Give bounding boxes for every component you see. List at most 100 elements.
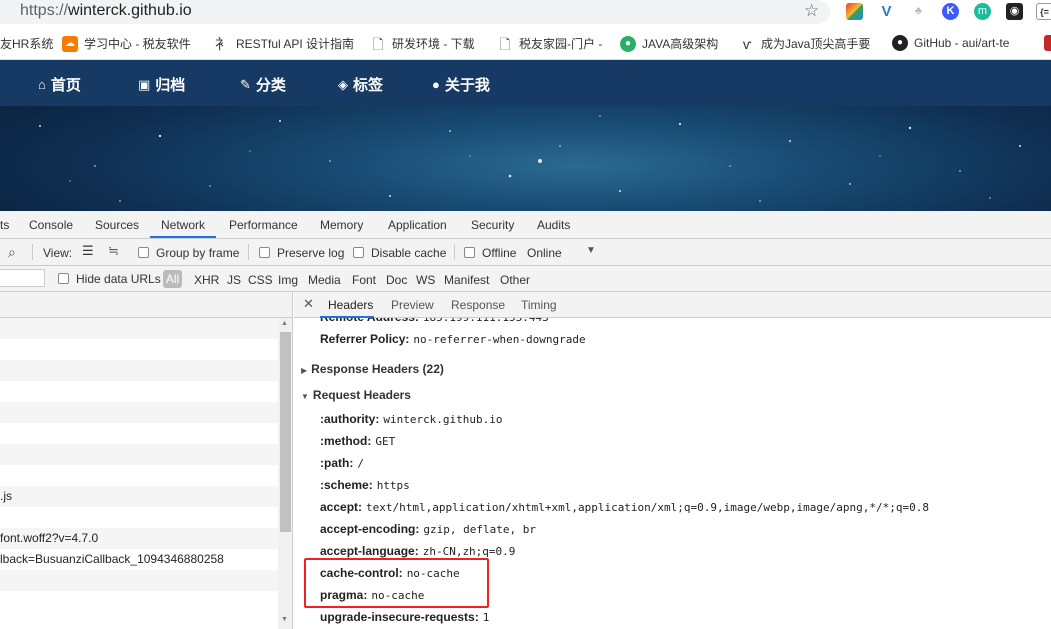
table-row[interactable] [0,570,278,591]
table-row[interactable] [0,360,278,381]
table-row[interactable]: .js [0,486,278,507]
close-icon[interactable]: ✕ [303,296,314,312]
bookmark-dev-env[interactable]: 🗋 研发环境 - 下载 [370,35,475,52]
filter-other[interactable]: Other [500,273,530,287]
filter-input[interactable] [0,269,45,287]
bookmark-home-portal[interactable]: 🗋 税友家园-门户 - [497,35,602,52]
nav-about[interactable]: ● 关于我 [432,74,490,95]
waterfall-icon[interactable]: ≒ [108,243,119,259]
table-row[interactable] [0,444,278,465]
chevron-down-icon[interactable]: ▼ [586,245,596,256]
header-row: :method: GET [320,434,395,448]
tab-elements[interactable]: ts [0,218,9,232]
nav-category[interactable]: ✎ 分类 [240,74,286,95]
url-field[interactable]: https://winterck.github.io [0,0,830,24]
request-list-scrollbar[interactable]: ▲ ▼ [278,318,292,629]
offline-label: Offline [482,246,517,260]
filter-xhr[interactable]: XHR [194,273,219,287]
filter-manifest[interactable]: Manifest [444,273,489,287]
table-row[interactable] [0,465,278,486]
header-row: :authority: winterck.github.io [320,412,503,426]
vue-ext-icon[interactable]: V [878,3,895,20]
hide-data-urls-label: Hide data URLs [76,272,161,286]
tab-sources[interactable]: Sources [95,218,139,232]
filter-css[interactable]: CSS [248,273,273,287]
json-ext-icon[interactable]: {= [1036,3,1051,20]
bookmark-github[interactable]: ● GitHub - aui/art-te [892,35,1009,51]
filter-img[interactable]: Img [278,273,298,287]
throttle-select[interactable]: Online [527,246,562,260]
header-value: winterck.github.io [383,413,503,426]
wechat-icon: ● [620,35,636,52]
bookmark-hr[interactable]: 友HR系统 [0,35,53,52]
preserve-log-checkbox[interactable] [259,247,270,258]
group-by-frame-checkbox[interactable] [138,247,149,258]
filter-all-button[interactable]: All [163,270,182,288]
offline-checkbox[interactable] [464,247,475,258]
large-rows-icon[interactable]: ☰ [82,243,94,259]
tab-security[interactable]: Security [471,218,514,232]
scrollbar-thumb[interactable] [280,332,291,532]
search-icon[interactable]: ⌕ [8,244,16,261]
tab-preview[interactable]: Preview [391,298,434,312]
colorful-ext-icon[interactable] [846,3,863,20]
tab-network[interactable]: Network [161,218,205,232]
table-row[interactable]: lback=BusuanziCallback_1094346880258 [0,549,278,570]
bookmark-java-master[interactable]: ⱱ 成为Java顶尖高手要 [739,35,871,52]
hide-data-urls-checkbox[interactable] [58,273,69,284]
group-by-frame-label: Group by frame [156,246,240,260]
filter-js[interactable]: JS [227,273,241,287]
tab-audits[interactable]: Audits [537,218,570,232]
bookmark-study[interactable]: ☁ 学习中心 - 税友软件 [62,35,191,52]
filter-doc[interactable]: Doc [386,273,407,287]
filter-font[interactable]: Font [352,273,376,287]
response-headers-section[interactable]: ▶ Response Headers (22) [301,362,444,376]
bookmark-label: 研发环境 - 下载 [392,37,475,51]
header-key: upgrade-insecure-requests: [320,610,479,624]
m-ext-icon[interactable]: m [974,3,991,20]
tab-response[interactable]: Response [451,298,505,312]
k-ext-icon[interactable]: K [942,3,959,20]
disable-cache-checkbox[interactable] [353,247,364,258]
header-row: accept: text/html,application/xhtml+xml,a… [320,500,929,514]
table-row[interactable] [0,381,278,402]
header-value: zh-CN,zh;q=0.9 [422,545,516,558]
table-row[interactable] [0,507,278,528]
tab-console[interactable]: Console [29,218,73,232]
bookmark-star-icon[interactable]: ☆ [804,1,819,21]
bookmark-restful[interactable]: 衤 RESTful API 设计指南 [214,35,354,52]
section-title: Request Headers [312,388,411,402]
table-row[interactable] [0,339,278,360]
highlight-annotation-box [304,558,489,608]
network-toolbar: ⌕ View: ☰ ≒ Group by frame Preserve log … [0,239,1051,266]
active-tab-indicator [150,236,216,238]
scroll-up-icon[interactable]: ▲ [281,320,288,327]
gamepad-ext-icon[interactable]: ◉ [1006,3,1023,20]
filter-ws[interactable]: WS [416,273,435,287]
table-row[interactable] [0,402,278,423]
header-row: :scheme: https [320,478,410,492]
nav-home[interactable]: ⌂ 首页 [38,74,81,95]
nav-tags[interactable]: ◈ 标签 [338,74,383,95]
header-value: https [376,479,410,492]
overflow-bookmark-icon[interactable] [1044,35,1051,51]
tree-ext-icon[interactable]: ♣ [910,3,927,20]
header-row: :path: / [320,456,364,470]
tab-timing[interactable]: Timing [521,298,557,312]
tab-headers[interactable]: Headers [328,298,373,312]
home-icon: ⌂ [38,77,46,92]
tab-performance[interactable]: Performance [229,218,298,232]
filter-media[interactable]: Media [308,273,341,287]
request-headers-section[interactable]: ▼ Request Headers [301,388,411,402]
bookmarks-bar: 友HR系统 ☁ 学习中心 - 税友软件 衤 RESTful API 设计指南 🗋… [0,26,1051,60]
nav-archive[interactable]: ▣ 归档 [138,74,185,95]
bookmark-label: GitHub - aui/art-te [914,36,1010,50]
table-row[interactable] [0,318,278,339]
tab-application[interactable]: Application [388,218,447,232]
tab-memory[interactable]: Memory [320,218,363,232]
table-row[interactable]: font.woff2?v=4.7.0 [0,528,278,549]
url-text: https://winterck.github.io [20,2,192,19]
table-row[interactable] [0,423,278,444]
bookmark-java-arch[interactable]: ● JAVA高级架构 [620,35,718,52]
scroll-down-icon[interactable]: ▼ [281,616,288,623]
